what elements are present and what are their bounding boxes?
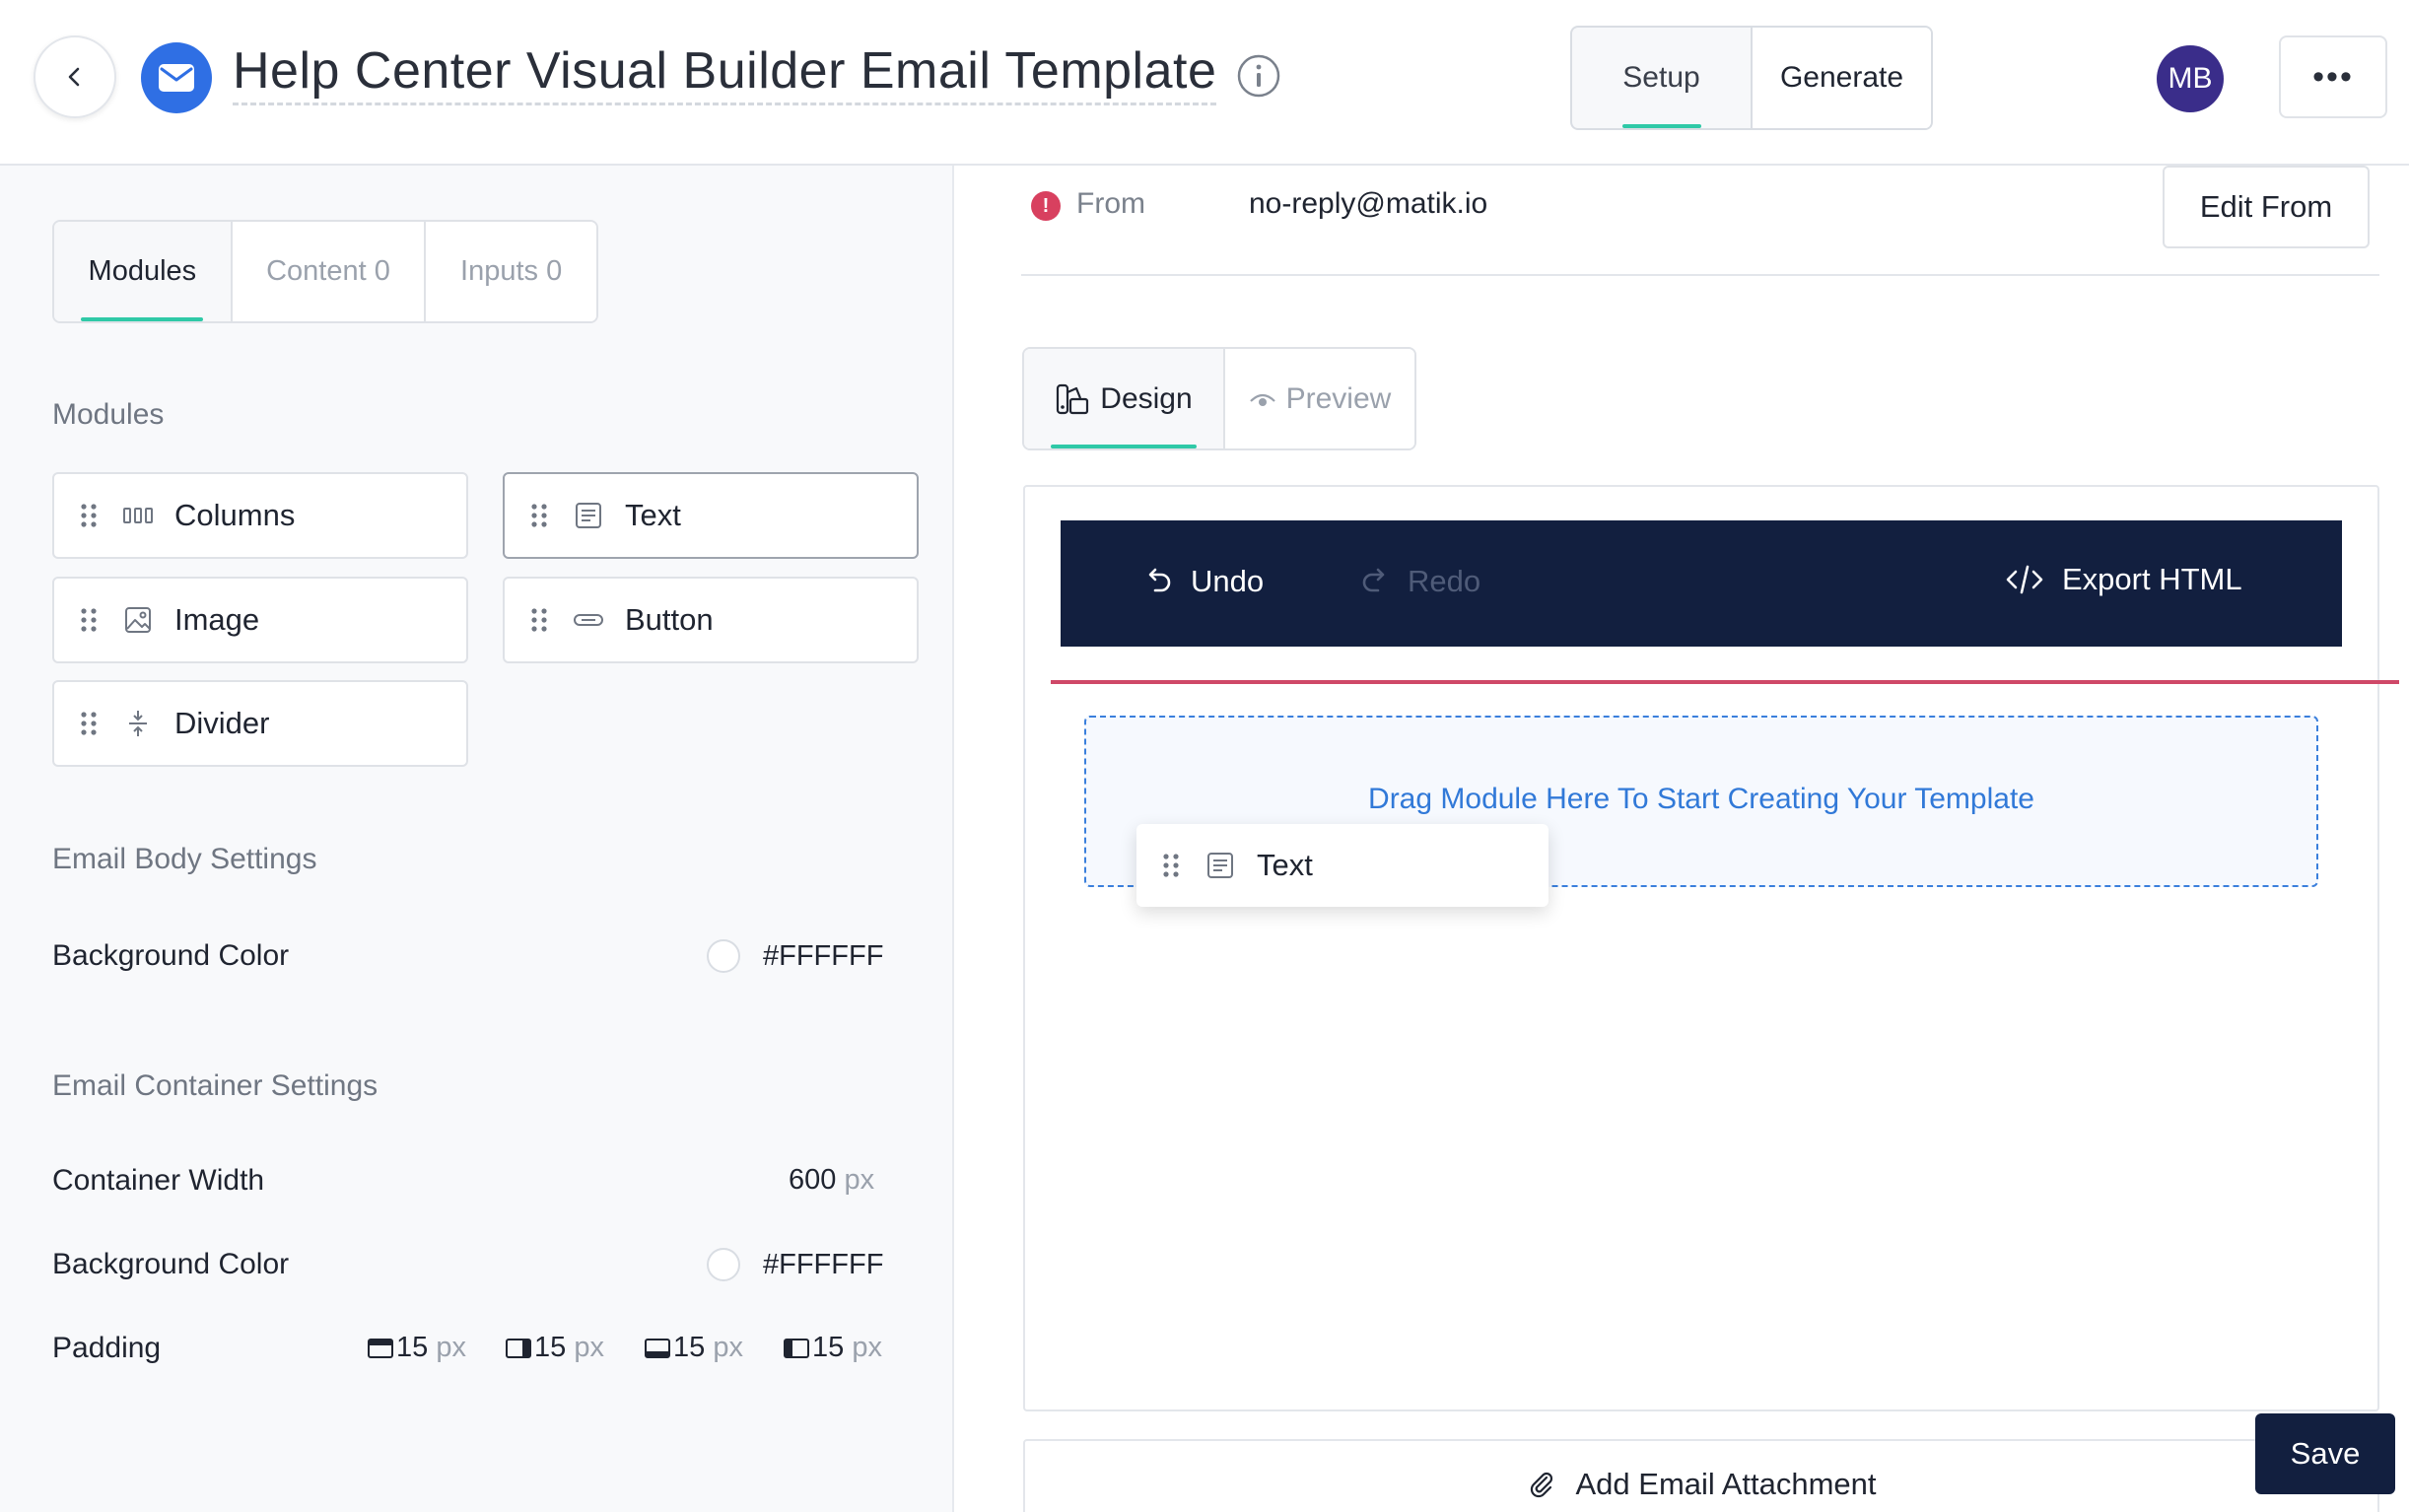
add-attachment-button[interactable]: Add Email Attachment xyxy=(1023,1439,2379,1512)
drag-handle-icon[interactable] xyxy=(530,503,548,528)
drag-handle-icon[interactable] xyxy=(80,711,98,736)
padding-bottom-field[interactable]: 15 px xyxy=(644,1332,743,1364)
editor-toolbar: Undo Redo Export HTML xyxy=(1061,520,2342,647)
module-label: Text xyxy=(625,498,681,532)
tab-preview-label: Preview xyxy=(1285,381,1392,415)
padding-top-icon xyxy=(368,1338,393,1358)
padding-top-value[interactable]: 15 xyxy=(396,1332,428,1364)
left-tabs: Modules Content 0 Inputs 0 xyxy=(52,220,598,323)
module-columns[interactable]: Columns xyxy=(52,472,468,559)
info-icon[interactable] xyxy=(1236,53,1281,99)
padding-right-field[interactable]: 15 px xyxy=(505,1332,604,1364)
tab-generate[interactable]: Generate xyxy=(1751,28,1931,128)
padding-left-field[interactable]: 15 px xyxy=(783,1332,882,1364)
module-text[interactable]: Text xyxy=(503,472,919,559)
unit-label: px xyxy=(844,1164,875,1196)
drop-indicator-line xyxy=(1051,680,2399,684)
unit-label: px xyxy=(713,1332,743,1363)
module-image[interactable]: Image xyxy=(52,577,468,663)
module-label: Columns xyxy=(174,498,296,532)
redo-icon xyxy=(1362,568,1385,592)
design-preview-tabs: Design Preview xyxy=(1022,347,1416,450)
from-label: From xyxy=(1076,187,1145,220)
undo-button[interactable]: Undo xyxy=(1143,564,1264,599)
button-icon xyxy=(574,605,603,635)
columns-icon xyxy=(123,501,153,530)
container-width-label: Container Width xyxy=(52,1164,265,1197)
chevron-left-icon xyxy=(68,67,80,87)
email-container-settings-heading: Email Container Settings xyxy=(52,1069,379,1102)
error-icon: ! xyxy=(1031,191,1061,221)
dragging-text-module[interactable]: Text xyxy=(1136,824,1549,907)
padding-right-icon xyxy=(506,1338,531,1358)
body-background-value[interactable]: #FFFFFF xyxy=(763,940,883,973)
email-body-settings-heading: Email Body Settings xyxy=(52,843,317,875)
left-sidebar xyxy=(0,166,954,1512)
drag-handle-icon[interactable] xyxy=(1162,853,1180,878)
page-title[interactable]: Help Center Visual Builder Email Templat… xyxy=(233,41,1217,105)
padding-left-icon xyxy=(784,1338,809,1358)
padding-bottom-value[interactable]: 15 xyxy=(673,1332,705,1364)
module-label: Button xyxy=(625,602,714,637)
avatar[interactable]: MB xyxy=(2157,45,2224,112)
module-button[interactable]: Button xyxy=(503,577,919,663)
container-background-swatch[interactable] xyxy=(707,1248,740,1281)
unit-label: px xyxy=(574,1332,604,1363)
export-html-button[interactable]: Export HTML xyxy=(2005,562,2242,597)
padding-top-field[interactable]: 15 px xyxy=(367,1332,466,1364)
drag-handle-icon[interactable] xyxy=(80,607,98,633)
tab-preview[interactable]: Preview xyxy=(1222,349,1414,448)
undo-label: Undo xyxy=(1191,564,1265,598)
divider-icon xyxy=(123,709,153,738)
edit-from-button[interactable]: Edit From xyxy=(2163,166,2370,248)
code-icon xyxy=(2006,565,2043,594)
attachment-content: Add Email Attachment xyxy=(1025,1467,2377,1502)
back-button[interactable] xyxy=(34,35,116,118)
padding-right-value[interactable]: 15 xyxy=(534,1332,566,1364)
body-background-label: Background Color xyxy=(52,939,290,972)
save-button[interactable]: Save xyxy=(2255,1413,2395,1494)
unit-label: px xyxy=(852,1332,882,1363)
image-icon xyxy=(123,605,153,635)
tab-modules[interactable]: Modules xyxy=(54,222,231,321)
setup-generate-toggle: Setup Generate xyxy=(1570,26,1933,130)
redo-label: Redo xyxy=(1408,564,1481,598)
eye-icon xyxy=(1249,393,1275,406)
padding-left-value[interactable]: 15 xyxy=(812,1332,844,1364)
undo-icon xyxy=(1148,568,1171,592)
more-options-button[interactable]: ••• xyxy=(2279,35,2387,118)
text-icon xyxy=(1205,851,1235,880)
module-label: Divider xyxy=(174,706,270,740)
module-divider[interactable]: Divider xyxy=(52,680,468,767)
container-width-field[interactable]: 600 px xyxy=(789,1164,874,1197)
tab-design[interactable]: Design xyxy=(1024,349,1223,448)
attachment-label: Add Email Attachment xyxy=(1575,1467,1877,1501)
text-icon xyxy=(574,501,603,530)
container-background-value[interactable]: #FFFFFF xyxy=(763,1249,883,1281)
tab-setup[interactable]: Setup xyxy=(1572,28,1751,128)
tab-inputs[interactable]: Inputs 0 xyxy=(424,222,596,321)
padding-bottom-icon xyxy=(645,1338,670,1358)
email-icon xyxy=(141,42,212,113)
redo-button[interactable]: Redo xyxy=(1360,564,1480,599)
drag-ghost-label: Text xyxy=(1257,848,1313,882)
tab-design-label: Design xyxy=(1100,381,1193,415)
drop-zone-text: Drag Module Here To Start Creating Your … xyxy=(1368,783,2034,815)
paperclip-icon xyxy=(1530,1472,1552,1498)
unit-label: px xyxy=(436,1332,466,1363)
tab-content[interactable]: Content 0 xyxy=(230,222,425,321)
container-background-label: Background Color xyxy=(52,1248,290,1280)
drag-handle-icon[interactable] xyxy=(530,607,548,633)
top-header: Help Center Visual Builder Email Templat… xyxy=(0,0,2409,166)
drag-handle-icon[interactable] xyxy=(80,503,98,528)
modules-heading: Modules xyxy=(52,398,165,431)
container-width-value[interactable]: 600 xyxy=(789,1164,836,1196)
module-label: Image xyxy=(174,602,260,637)
padding-label: Padding xyxy=(52,1332,162,1364)
design-icon xyxy=(1057,383,1089,414)
body-background-swatch[interactable] xyxy=(707,939,740,973)
from-value: no-reply@matik.io xyxy=(1249,187,1488,220)
export-html-label: Export HTML xyxy=(2062,562,2242,596)
